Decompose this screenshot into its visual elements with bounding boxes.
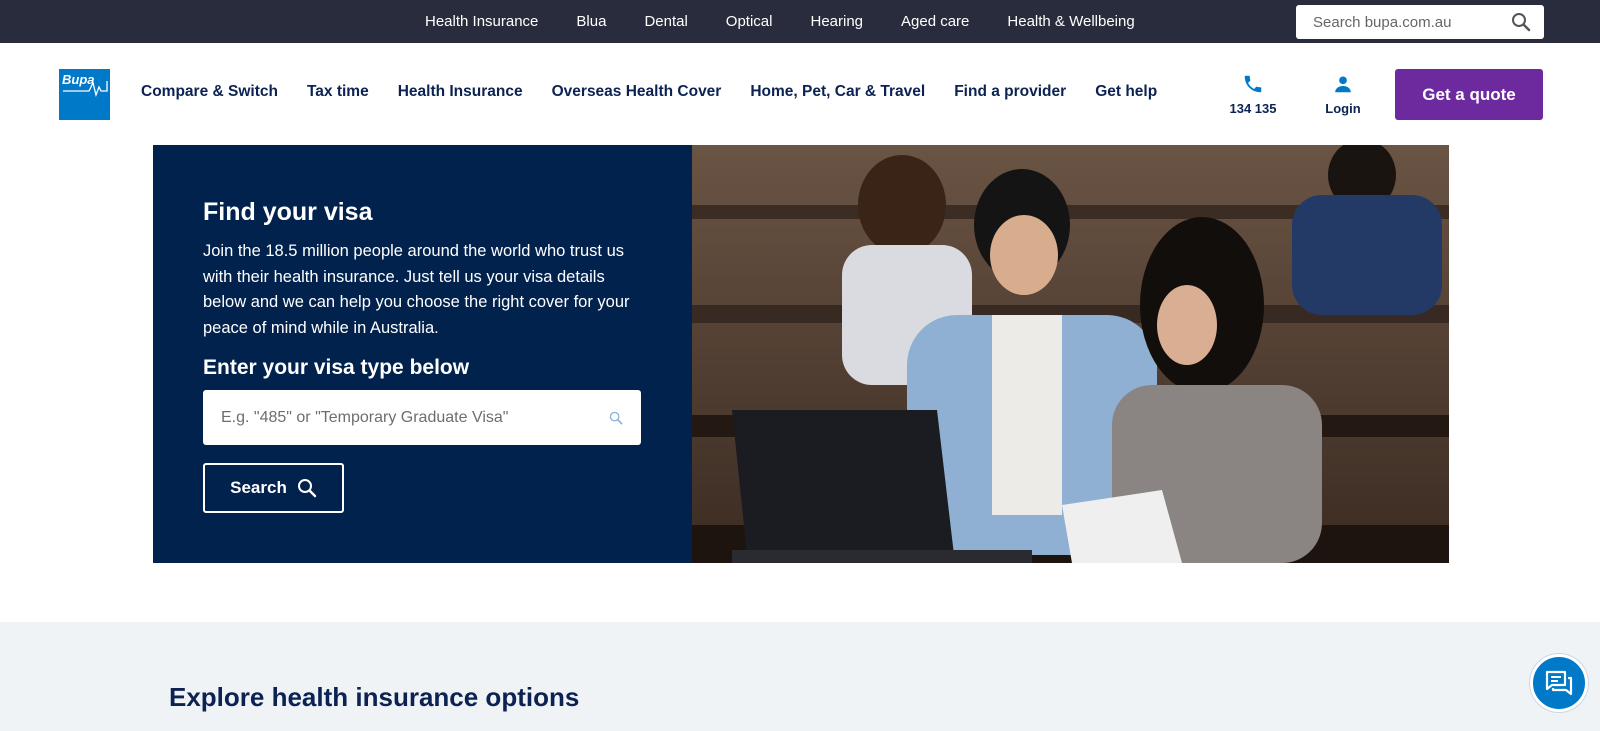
utility-bar: Health Insurance Blua Dental Optical Hea… [0, 0, 1600, 43]
nav-link-get-help[interactable]: Get help [1095, 83, 1157, 101]
visa-search-field [203, 390, 641, 445]
visa-search-label: Search [230, 478, 287, 497]
explore-title: Explore health insurance options [169, 682, 580, 712]
nav-link-overseas-health-cover[interactable]: Overseas Health Cover [552, 83, 722, 101]
primary-nav-links: Compare & Switch Tax time Health Insuran… [141, 83, 1186, 101]
nav-link-health-insurance[interactable]: Health Insurance [398, 83, 523, 101]
visa-search-button[interactable]: Search [203, 463, 344, 513]
search-icon [297, 479, 317, 498]
site-search [1296, 5, 1544, 39]
visa-type-input[interactable] [221, 408, 609, 427]
phone-number: 134 135 [1229, 101, 1277, 116]
hero-description: Join the 18.5 million people around the … [203, 242, 630, 337]
bupa-logo[interactable]: Bupa [59, 69, 110, 120]
phone-link[interactable]: 134 135 [1223, 73, 1283, 116]
utility-links: Health Insurance Blua Dental Optical Hea… [425, 0, 1173, 43]
search-icon [609, 411, 623, 424]
utility-link-health-insurance[interactable]: Health Insurance [425, 13, 538, 30]
login-link[interactable]: Login [1313, 73, 1373, 116]
hero-title: Find your visa [203, 198, 373, 226]
nav-link-compare-switch[interactable]: Compare & Switch [141, 83, 278, 101]
phone-icon [1244, 75, 1262, 93]
chat-button[interactable] [1530, 654, 1588, 712]
students-photo [692, 145, 1449, 563]
nav-link-home-pet-car-travel[interactable]: Home, Pet, Car & Travel [750, 83, 925, 101]
utility-link-optical[interactable]: Optical [726, 13, 773, 30]
nav-link-tax-time[interactable]: Tax time [307, 83, 369, 101]
visa-finder-panel: Find your visa Join the 18.5 million peo… [153, 145, 692, 563]
user-icon [1335, 76, 1351, 93]
hero-banner: Find your visa Join the 18.5 million peo… [153, 145, 1449, 563]
get-quote-button[interactable]: Get a quote [1395, 69, 1543, 120]
students-illustration [692, 145, 1449, 563]
utility-link-aged-care[interactable]: Aged care [901, 13, 969, 30]
explore-section: Explore health insurance options [0, 622, 1600, 731]
visa-input-heading: Enter your visa type below [203, 356, 470, 379]
heartbeat-icon [63, 81, 108, 98]
utility-link-hearing[interactable]: Hearing [810, 13, 863, 30]
search-icon[interactable] [1510, 11, 1532, 33]
chat-icon [1545, 670, 1573, 696]
nav-link-find-provider[interactable]: Find a provider [954, 83, 1066, 101]
utility-link-health-wellbeing[interactable]: Health & Wellbeing [1007, 13, 1134, 30]
main-navigation: Bupa Compare & Switch Tax time Health In… [0, 43, 1600, 145]
utility-link-dental[interactable]: Dental [644, 13, 687, 30]
utility-link-blua[interactable]: Blua [576, 13, 606, 30]
site-search-input[interactable] [1313, 13, 1510, 31]
login-label: Login [1325, 101, 1361, 116]
